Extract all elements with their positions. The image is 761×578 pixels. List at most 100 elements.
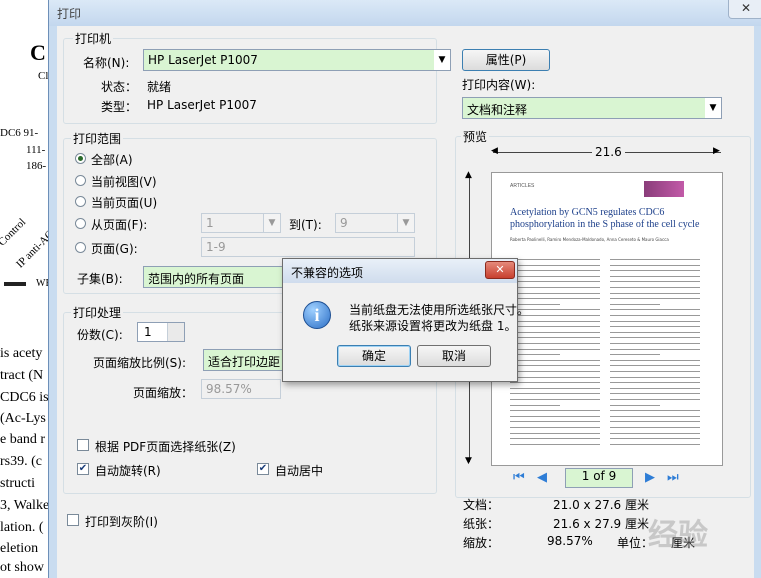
print-dialog-titlebar[interactable]: 打印 ✕ <box>49 0 761 26</box>
page-thumb-text-line <box>610 438 700 440</box>
page-thumb-text-line <box>610 432 700 434</box>
subset-label: 子集(B): <box>77 272 123 286</box>
bg-text-line: rs39. (c <box>0 454 42 469</box>
scaling-label: 页面缩放比例(S): <box>93 356 187 370</box>
ok-button[interactable]: 确定 <box>337 345 411 367</box>
page-thumb-text-line <box>510 393 600 395</box>
page-thumb-text-line <box>510 287 600 288</box>
page-thumb-text-line <box>510 320 600 322</box>
page-thumb-text-line <box>610 354 660 356</box>
page-thumb-text-line <box>510 326 600 328</box>
page-thumb-text-line <box>510 404 560 406</box>
range-current-page-radio[interactable] <box>75 196 86 207</box>
page-thumb-title: Acetylation by GCN5 regulates CDC6 phosp… <box>510 207 700 230</box>
next-page-icon[interactable]: ▶ <box>645 470 659 486</box>
page-thumb-text-line <box>610 259 700 260</box>
first-page-icon[interactable]: ⏮ <box>513 470 527 486</box>
page-thumb-text-line <box>510 415 600 417</box>
alert-titlebar[interactable]: 不兼容的选项 ✕ <box>283 259 517 283</box>
arrow-right-icon: ▶ <box>713 146 720 156</box>
page-thumb-text-line <box>510 438 600 440</box>
print-dialog-close-button[interactable]: ✕ <box>728 0 761 19</box>
page-thumb-text-line <box>610 320 700 322</box>
page-thumb-text-line <box>510 331 600 333</box>
page-thumb-text-line <box>610 292 700 294</box>
range-current-view-label[interactable]: 当前视图(V) <box>91 173 157 190</box>
watermark-logo: 经验 <box>648 518 708 553</box>
grayscale-checkbox[interactable] <box>67 514 79 526</box>
page-thumb-text-line <box>610 326 700 328</box>
scaling-select[interactable]: 适合打印边距 <box>203 349 285 371</box>
bg-row: DC6 91- <box>0 127 39 139</box>
page-thumb-header: ARTICLES <box>510 183 535 189</box>
to-page-input[interactable]: 9 ▼ <box>335 213 415 233</box>
auto-center-label[interactable]: 自动居中 <box>275 462 323 479</box>
page-indicator[interactable]: 1 of 9 <box>565 468 633 488</box>
print-handling-label: 打印处理 <box>71 304 124 321</box>
pages-input[interactable]: 1-9 <box>201 237 415 257</box>
cancel-button[interactable]: 取消 <box>417 345 491 367</box>
subset-select[interactable]: 范围内的所有页面 <box>143 266 283 288</box>
range-from-page-label[interactable]: 从页面(F): <box>91 216 147 233</box>
last-page-icon[interactable]: ⏭ <box>667 470 681 486</box>
page-thumb-text-line <box>510 343 600 344</box>
auto-center-checkbox[interactable]: ✔ <box>257 463 269 475</box>
properties-button[interactable]: 属性(P) <box>462 49 550 71</box>
copies-label: 份数(C): <box>77 328 123 342</box>
preview-zoom-value: 98.57% <box>547 534 593 548</box>
grayscale-label[interactable]: 打印到灰阶(I) <box>85 513 158 530</box>
prev-page-icon[interactable]: ◀ <box>537 470 551 486</box>
bg-letter: C <box>30 40 46 65</box>
pages-value: 1-9 <box>206 240 226 254</box>
paper-size-label: 纸张： <box>463 517 500 531</box>
page-thumb-text-line <box>610 315 700 316</box>
range-current-view-radio[interactable] <box>75 175 86 186</box>
page-thumb-text-line <box>610 264 700 266</box>
page-thumb-text-line <box>510 421 600 423</box>
copies-input[interactable]: 1 <box>137 322 185 342</box>
alert-message-line1: 当前纸盘无法使用所选纸张尺寸。 <box>349 303 530 317</box>
alert-title: 不兼容的选项 <box>291 266 364 280</box>
doc-size-value: 21.0 x 27.6 厘米 <box>553 498 649 512</box>
bg-row: 111- <box>26 144 46 156</box>
copies-stepper[interactable] <box>167 323 184 341</box>
alert-dialog: 不兼容的选项 ✕ i 当前纸盘无法使用所选纸张尺寸。 纸张来源设置将更改为纸盘 … <box>282 258 529 382</box>
printer-name-select[interactable]: HP LaserJet P1007 ▼ <box>143 49 451 71</box>
paper-size-value: 21.6 x 27.9 厘米 <box>553 517 649 531</box>
to-page-label: 到(T): <box>289 218 322 232</box>
preview-label: 预览 <box>461 128 490 145</box>
chevron-down-icon: ▼ <box>397 214 414 232</box>
bg-text-line: e band r <box>0 432 46 447</box>
range-pages-radio[interactable] <box>75 242 86 253</box>
range-all-radio[interactable] <box>75 153 86 164</box>
pdf-paper-checkbox[interactable] <box>77 439 89 451</box>
page-thumb-text-line <box>610 309 700 311</box>
alert-close-button[interactable]: ✕ <box>485 261 515 279</box>
print-content-value: 文档和注释 <box>467 103 528 117</box>
to-page-value: 9 <box>340 216 348 230</box>
print-content-select[interactable]: 文档和注释 ▼ <box>462 97 722 119</box>
page-thumb-text-line <box>610 382 700 384</box>
range-current-page-label[interactable]: 当前页面(U) <box>91 194 157 211</box>
page-thumb-text-line <box>610 287 700 288</box>
page-thumb-text-line <box>610 331 700 333</box>
page-zoom-input[interactable]: 98.57% <box>201 379 281 399</box>
range-all-label[interactable]: 全部(A) <box>91 151 133 168</box>
page-thumb-text-line <box>510 298 600 300</box>
page-thumb-text-line <box>510 432 600 434</box>
arrow-down-icon: ▼ <box>465 456 472 466</box>
copies-value: 1 <box>144 325 152 339</box>
page-thumb-text-line <box>610 343 700 344</box>
pdf-paper-label[interactable]: 根据 PDF页面选择纸张(Z) <box>95 438 236 455</box>
auto-rotate-checkbox[interactable]: ✔ <box>77 463 89 475</box>
page-thumb-text-line <box>510 259 600 260</box>
range-from-page-radio[interactable] <box>75 218 86 229</box>
range-pages-label[interactable]: 页面(G): <box>91 240 138 257</box>
print-range-label: 打印范围 <box>71 130 124 147</box>
bg-fragment: Cl <box>38 70 49 82</box>
auto-rotate-label[interactable]: 自动旋转(R) <box>95 462 161 479</box>
printer-group-label: 打印机 <box>73 30 114 47</box>
from-page-input[interactable]: 1 ▼ <box>201 213 281 233</box>
page-thumb-text-line <box>610 415 700 417</box>
arrow-left-icon: ◀ <box>491 146 498 156</box>
